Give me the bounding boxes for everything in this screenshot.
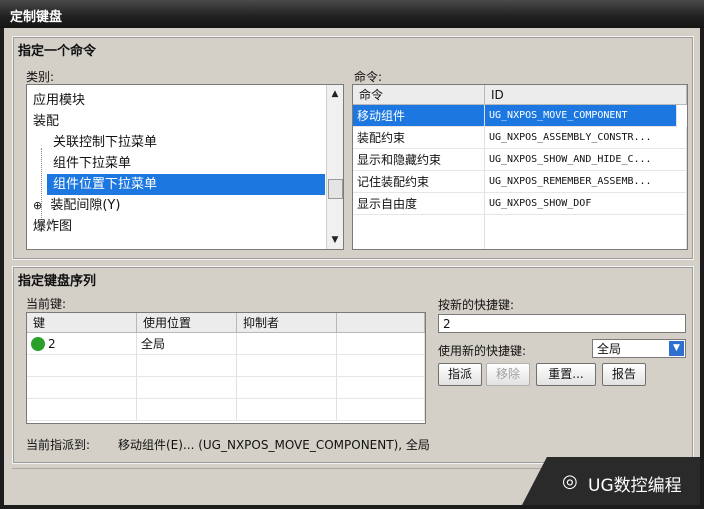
expand-icon[interactable]: ⊕ [27, 199, 42, 212]
empty-cell [137, 399, 237, 421]
category-item-relation-menu[interactable]: 关联控制下拉菜单 [27, 132, 325, 153]
empty-cell [237, 399, 337, 421]
empty-cell [353, 215, 485, 249]
current-keys-label: 当前键: [26, 297, 67, 311]
category-tree[interactable]: 应用模块 装配 关联控制下拉菜单 组件下拉菜单 组件位置下拉菜单 ⊕ 装配间隙(… [26, 84, 344, 250]
report-button[interactable]: 报告 [602, 363, 646, 386]
window-title: 定制键盘 [10, 10, 63, 25]
current-keys-table[interactable]: 键 使用位置 抑制者 2 全局 [26, 312, 426, 424]
empty-cell [27, 355, 137, 377]
empty-cell [485, 215, 687, 249]
category-scrollbar[interactable]: ▲ ▼ [326, 85, 343, 249]
scroll-down-icon[interactable]: ▼ [327, 233, 343, 247]
category-item-assembly[interactable]: 装配 [27, 111, 325, 132]
scroll-up-icon[interactable]: ▲ [327, 87, 343, 101]
category-label: 类别: [26, 70, 55, 84]
category-item-component-menu[interactable]: 组件下拉菜单 [27, 153, 325, 174]
new-shortcut-label: 按新的快捷键: [438, 298, 515, 312]
key-col-header[interactable]: 键 [27, 313, 137, 333]
blank-col-header [337, 313, 425, 333]
scroll-thumb[interactable] [328, 179, 343, 199]
current-assigned-value: 移动组件(E)... (UG_NXPOS_MOVE_COMPONENT), 全局 [118, 438, 430, 452]
reset-button[interactable]: 重置... [536, 363, 596, 386]
id-col-header[interactable]: ID [485, 85, 687, 105]
empty-cell [337, 355, 425, 377]
title-bar: 定制键盘 [0, 0, 704, 28]
watermark-text: UG数控编程 [588, 476, 682, 496]
new-shortcut-input[interactable]: 2 [438, 314, 686, 333]
category-item-assembly-clearance[interactable]: ⊕ 装配间隙(Y) [27, 195, 325, 216]
empty-cell [237, 377, 337, 399]
key-sequence-title: 指定键盘序列 [18, 274, 97, 289]
chevron-down-icon[interactable]: ▼ [669, 341, 684, 356]
category-item-component-position-menu[interactable]: 组件位置下拉菜单 [47, 174, 325, 195]
status-ok-icon [31, 337, 45, 351]
where-col-header[interactable]: 使用位置 [137, 313, 237, 333]
suppressed-col-header[interactable]: 抑制者 [237, 313, 337, 333]
remove-button[interactable]: 移除 [486, 363, 530, 386]
command-col-header[interactable]: 命令 [353, 85, 485, 105]
empty-cell [237, 355, 337, 377]
empty-cell [137, 377, 237, 399]
specify-command-title: 指定一个命令 [18, 44, 97, 59]
category-item-app-modules[interactable]: 应用模块 [27, 90, 325, 111]
empty-cell [337, 377, 425, 399]
scope-select[interactable]: 全局 ▼ [592, 339, 686, 358]
wechat-icon: ◎ [562, 471, 578, 492]
empty-cell [337, 399, 425, 421]
empty-cell [27, 399, 137, 421]
command-table[interactable]: 命令 ID 移动组件 UG_NXPOS_MOVE_COMPONENT 装配约束 … [352, 84, 688, 250]
command-label: 命令: [354, 70, 383, 84]
category-item-exploded-view[interactable]: 爆炸图 [27, 216, 325, 237]
watermark: ◎ UG数控编程 [522, 457, 700, 505]
empty-cell [27, 377, 137, 399]
assign-button[interactable]: 指派 [438, 363, 482, 386]
empty-cell [137, 355, 237, 377]
current-assigned-label: 当前指派到: [26, 438, 91, 452]
scope-select-value: 全局 [597, 342, 622, 356]
dialog-body: 指定一个命令 类别: 应用模块 装配 关联控制下拉菜单 组件下拉菜单 组件位置下… [4, 28, 700, 505]
use-new-shortcut-label: 使用新的快捷键: [438, 344, 527, 358]
